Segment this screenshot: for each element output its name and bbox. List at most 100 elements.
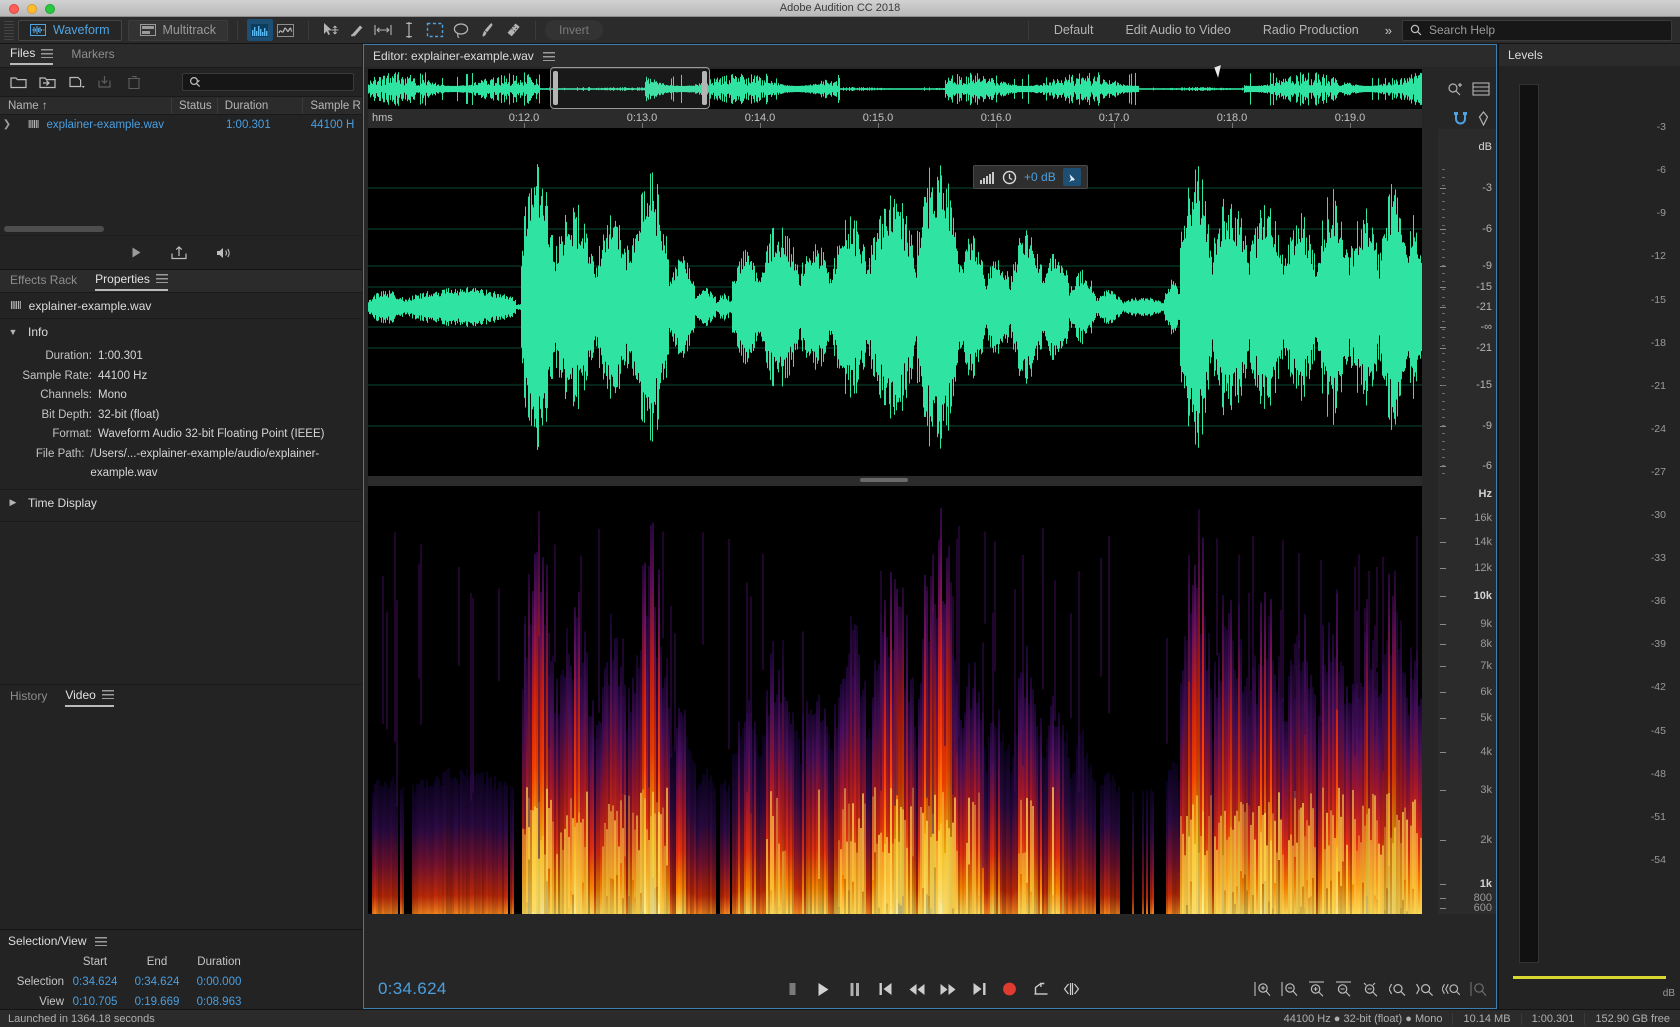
selection-start[interactable]: 0:34.624 — [64, 976, 126, 988]
files-panel-menu-icon[interactable] — [41, 49, 53, 58]
play-button[interactable] — [815, 980, 833, 998]
db-minor-tick — [1442, 297, 1445, 298]
spectral-frequency-display[interactable] — [368, 484, 1422, 914]
move-playhead-to-next-button[interactable] — [970, 980, 988, 998]
workspace-more-button[interactable]: » — [1375, 23, 1402, 38]
row-disclosure-icon[interactable]: ❯ — [0, 119, 14, 130]
gain-value[interactable]: +0 dB — [1024, 170, 1056, 184]
view-start[interactable]: 0:10.705 — [64, 996, 126, 1008]
skip-selection-button[interactable] — [1063, 980, 1081, 998]
new-file-icon[interactable] — [66, 73, 86, 91]
properties-panel-menu-icon[interactable] — [156, 274, 168, 283]
move-tool-icon[interactable] — [318, 19, 344, 41]
fast-forward-button[interactable] — [939, 980, 957, 998]
toolbar-grip[interactable] — [4, 19, 14, 41]
tab-files[interactable]: Files — [10, 46, 53, 65]
db-tick-line — [1440, 466, 1446, 467]
spectral-pitch-display-icon[interactable] — [273, 19, 299, 41]
toolbar-divider-2 — [308, 21, 309, 40]
play-icon[interactable] — [130, 246, 143, 259]
selection-view-menu-icon[interactable] — [95, 937, 107, 946]
spectral-frequency-display-icon[interactable] — [247, 19, 273, 41]
layout-icon[interactable] — [1472, 82, 1490, 96]
save-file-icon[interactable] — [95, 73, 115, 91]
view-duration[interactable]: 0:08.963 — [188, 996, 250, 1008]
tab-history[interactable]: History — [10, 689, 47, 706]
move-playhead-to-previous-button[interactable] — [877, 980, 895, 998]
selection-end[interactable]: 0:34.624 — [126, 976, 188, 988]
marquee-selection-tool-icon[interactable] — [422, 19, 448, 41]
insert-into-multitrack-icon[interactable] — [171, 246, 187, 260]
waveform-hscrollbar[interactable] — [368, 476, 1422, 484]
levels-meter-bar[interactable] — [1519, 84, 1539, 963]
workspace-edit-audio-to-video[interactable]: Edit Audio to Video — [1109, 23, 1246, 37]
zoom-to-selection-in-point-icon[interactable] — [1388, 980, 1406, 998]
selection-duration[interactable]: 0:00.000 — [188, 976, 250, 988]
zoom-to-selection-out-point-icon[interactable] — [1415, 980, 1433, 998]
column-status[interactable]: Status — [171, 100, 217, 112]
waveform-hscroll-knob[interactable] — [860, 478, 908, 482]
files-search-input[interactable] — [182, 73, 354, 91]
mode-waveform-button[interactable]: Waveform — [18, 20, 122, 41]
waveform-display[interactable]: +0 dB — [368, 129, 1422, 484]
razor-tool-icon[interactable] — [396, 19, 422, 41]
zoom-anchor-icon[interactable] — [1446, 81, 1464, 97]
search-help-box[interactable] — [1402, 20, 1672, 41]
column-sample-rate[interactable]: Sample R — [302, 100, 362, 112]
overview-selection-handle[interactable] — [550, 67, 710, 109]
workspace-radio-production[interactable]: Radio Production — [1247, 23, 1375, 37]
tab-effects-rack[interactable]: Effects Rack — [10, 273, 77, 290]
editor-panel-menu-icon[interactable] — [543, 52, 555, 61]
invert-button[interactable]: Invert — [545, 20, 603, 40]
open-file-icon[interactable] — [8, 73, 28, 91]
close-file-icon[interactable] — [124, 73, 144, 91]
tab-video[interactable]: Video — [65, 688, 113, 707]
video-panel-menu-icon[interactable] — [102, 690, 114, 699]
view-end[interactable]: 0:19.669 — [126, 996, 188, 1008]
column-name[interactable]: Name ↑ — [0, 100, 171, 112]
section-time-display[interactable]: ▶ Time Display — [0, 490, 362, 516]
markers-icon[interactable] — [1477, 111, 1490, 126]
db-amplitude-scale[interactable]: dB-3-6-9-15-21-∞-21-15-9-6 — [1438, 129, 1496, 484]
tab-markers[interactable]: Markers — [71, 47, 114, 64]
import-file-icon[interactable] — [37, 73, 57, 91]
spot-healing-brush-tool-icon[interactable] — [500, 19, 526, 41]
hz-tick-label: 2k — [1480, 834, 1492, 846]
rewind-button[interactable] — [908, 980, 926, 998]
search-help-input[interactable] — [1429, 23, 1664, 37]
auto-play-icon[interactable] — [215, 246, 232, 260]
status-message: Launched in 1364.18 seconds — [0, 1013, 155, 1025]
table-row[interactable]: ❯ ‖‖‖ explainer-example.wav 1:00.301 441… — [0, 115, 362, 134]
section-info[interactable]: ▼ Info — [0, 319, 362, 345]
playhead-time[interactable]: 0:34.624 — [378, 979, 447, 999]
mode-multitrack-button[interactable]: Multitrack — [128, 20, 228, 41]
zoom-in-frequency-icon[interactable] — [1469, 980, 1487, 998]
pin-icon[interactable] — [1063, 168, 1081, 186]
zoom-out-full-icon[interactable] — [1361, 980, 1379, 998]
record-button[interactable] — [1001, 980, 1019, 998]
paintbrush-selection-tool-icon[interactable] — [474, 19, 500, 41]
files-horizontal-scrollbar[interactable] — [4, 226, 104, 232]
editor-title: Editor: explainer-example.wav — [373, 49, 534, 63]
zoom-in-amplitude-icon[interactable] — [1253, 980, 1271, 998]
slip-tool-icon[interactable] — [344, 19, 370, 41]
pause-button[interactable] — [846, 980, 864, 998]
time-selection-tool-icon[interactable] — [370, 19, 396, 41]
loop-playback-button[interactable] — [1032, 980, 1050, 998]
workspace-default[interactable]: Default — [1038, 23, 1110, 37]
properties-body: ‖‖‖ explainer-example.wav ▼ Info Duratio… — [0, 293, 362, 522]
zoom-to-selection-icon[interactable] — [1442, 980, 1460, 998]
snapping-icon[interactable] — [1452, 111, 1469, 126]
frequency-scale[interactable]: Hz16k14k12k10k9k8k7k6k5k4k3k2k1k800600 — [1438, 484, 1496, 914]
stop-button[interactable] — [784, 980, 802, 998]
gain-badge[interactable]: +0 dB — [973, 165, 1088, 189]
column-duration[interactable]: Duration — [217, 100, 303, 112]
waveform-overview[interactable] — [368, 69, 1422, 109]
transport-bar: 0:34.624 — [368, 970, 1496, 1008]
zoom-in-time-icon[interactable] — [1307, 980, 1325, 998]
tab-properties[interactable]: Properties — [95, 272, 168, 291]
zoom-out-amplitude-icon[interactable] — [1280, 980, 1298, 998]
time-ruler[interactable]: hms 0:12.00:13.00:14.00:15.00:16.00:17.0… — [368, 109, 1422, 129]
zoom-out-time-icon[interactable] — [1334, 980, 1352, 998]
lasso-selection-tool-icon[interactable] — [448, 19, 474, 41]
